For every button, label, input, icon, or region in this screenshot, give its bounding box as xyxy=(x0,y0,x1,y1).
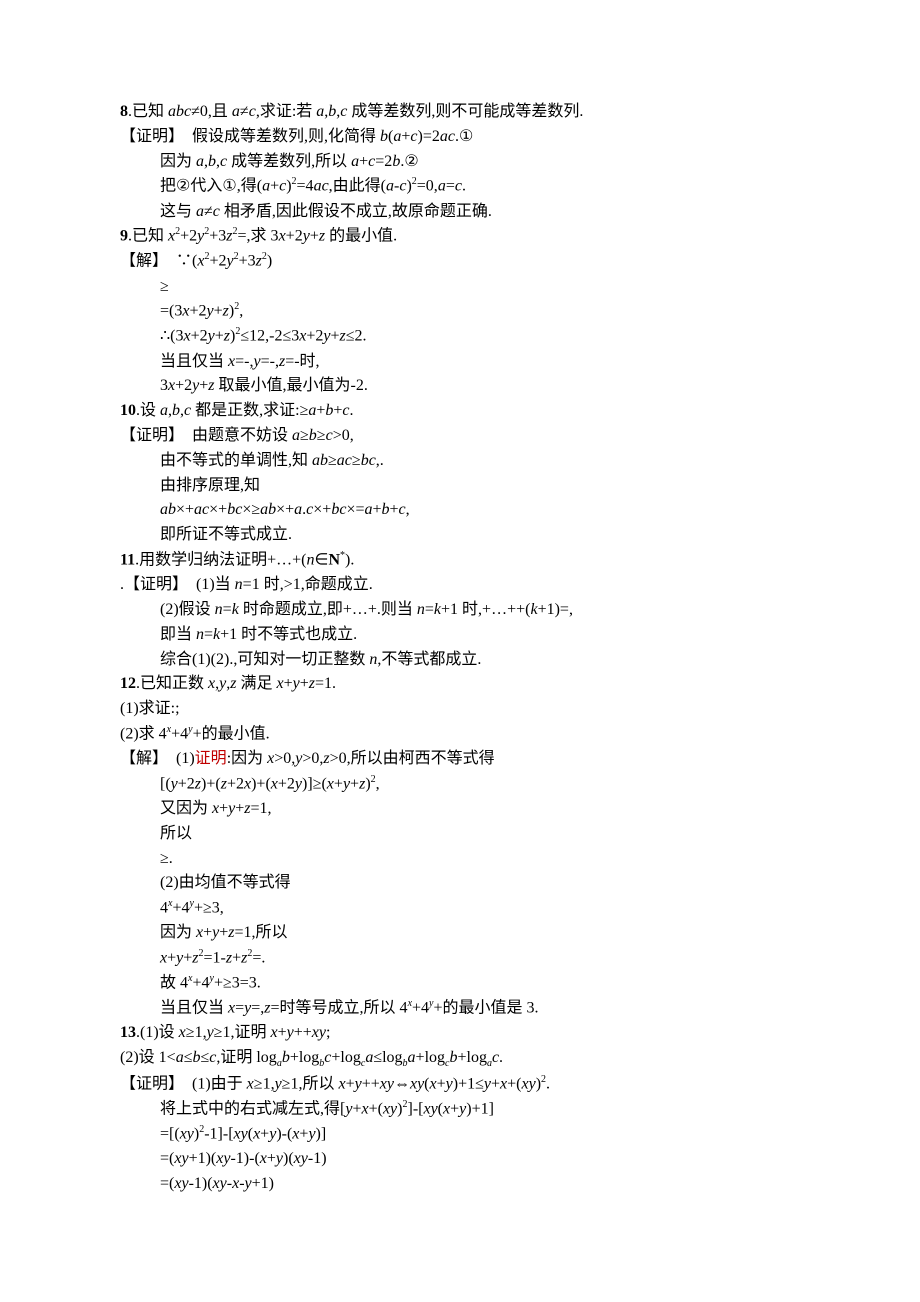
text-line: 由不等式的单调性,知 ab≥ac≥bc,. xyxy=(120,449,810,474)
text-line: 【解】 (1)证明:因为 x>0,y>0,z>0,所以由柯西不等式得 xyxy=(120,747,810,772)
text-line: 因为 x+y+z=1,所以 xyxy=(120,921,810,946)
text-line: (2)假设 n=k 时命题成立,即+…+.则当 n=k+1 时,+…++(k+1… xyxy=(120,598,810,623)
text-line: ∴(3x+2y+z)2≤12,-2≤3x+2y+z≤2. xyxy=(120,324,810,349)
text-line: 9.已知 x2+2y2+3z2=,求 3x+2y+z 的最小值. xyxy=(120,224,810,249)
text-line: 综合(1)(2).,可知对一切正整数 n,不等式都成立. xyxy=(120,648,810,673)
text-line: (2)求 4x+4y+的最小值. xyxy=(120,722,810,747)
text-line: 这与 a≠c 相矛盾,因此假设不成立,故原命题正确. xyxy=(120,200,810,225)
text-line: 8.已知 abc≠0,且 a≠c,求证:若 a,b,c 成等差数列,则不可能成等… xyxy=(120,100,810,125)
text-line: ≥. xyxy=(120,847,810,872)
text-line: 当且仅当 x=-,y=-,z=-时, xyxy=(120,350,810,375)
text-line: ≥ xyxy=(120,275,810,300)
text-line: [(y+2z)+(z+2x)+(x+2y)]≥(x+y+z)2, xyxy=(120,772,810,797)
text-line: 4x+4y+≥3, xyxy=(120,896,810,921)
text-line: 由排序原理,知 xyxy=(120,474,810,499)
text-line: 把②代入①,得(a+c)2=4ac,由此得(a-c)2=0,a=c. xyxy=(120,174,810,199)
text-line: 因为 a,b,c 成等差数列,所以 a+c=2b.② xyxy=(120,150,810,175)
document-page: 8.已知 abc≠0,且 a≠c,求证:若 a,b,c 成等差数列,则不可能成等… xyxy=(120,100,810,1197)
text-line: .【证明】 (1)当 n=1 时,>1,命题成立. xyxy=(120,573,810,598)
text-line: 又因为 x+y+z=1, xyxy=(120,797,810,822)
text-line: =(3x+2y+z)2, xyxy=(120,299,810,324)
text-line: 将上式中的右式减左式,得[y+x+(xy)2]-[xy(x+y)+1] xyxy=(120,1097,810,1122)
text-line: 12.已知正数 x,y,z 满足 x+y+z=1. xyxy=(120,672,810,697)
text-line: 所以 xyxy=(120,822,810,847)
text-line: 3x+2y+z 取最小值,最小值为-2. xyxy=(120,374,810,399)
text-line: (2)由均值不等式得 xyxy=(120,871,810,896)
text-line: 【证明】 (1)由于 x≥1,y≥1,所以 x+y++xy⇔xy(x+y)+1≤… xyxy=(120,1072,810,1097)
text-line: =(xy-1)(xy-x-y+1) xyxy=(120,1172,810,1197)
text-line: 11.用数学归纳法证明+…+(n∈N*). xyxy=(120,548,810,573)
text-line: 13.(1)设 x≥1,y≥1,证明 x+y++xy; xyxy=(120,1021,810,1046)
text-line: 故 4x+4y+≥3=3. xyxy=(120,971,810,996)
text-line: 【解】 ∵(x2+2y2+3z2) xyxy=(120,249,810,274)
text-line: 10.设 a,b,c 都是正数,求证:≥a+b+c. xyxy=(120,399,810,424)
text-line: 即所证不等式成立. xyxy=(120,523,810,548)
text-line: (2)设 1<a≤b≤c,证明 logab+logbc+logca≤logba+… xyxy=(120,1046,810,1072)
text-line: ab×+ac×+bc×≥ab×+a.c×+bc×=a+b+c, xyxy=(120,498,810,523)
text-line: 即当 n=k+1 时不等式也成立. xyxy=(120,623,810,648)
text-line: (1)求证:; xyxy=(120,697,810,722)
text-line: 当且仅当 x=y=,z=时等号成立,所以 4x+4y+的最小值是 3. xyxy=(120,996,810,1021)
text-line: 【证明】 假设成等差数列,则,化简得 b(a+c)=2ac.① xyxy=(120,125,810,150)
text-line: 【证明】 由题意不妨设 a≥b≥c>0, xyxy=(120,424,810,449)
text-line: =(xy+1)(xy-1)-(x+y)(xy-1) xyxy=(120,1147,810,1172)
text-line: x+y+z2=1-z+z2=. xyxy=(120,946,810,971)
text-line: =[(xy)2-1]-[xy(x+y)-(x+y)] xyxy=(120,1122,810,1147)
